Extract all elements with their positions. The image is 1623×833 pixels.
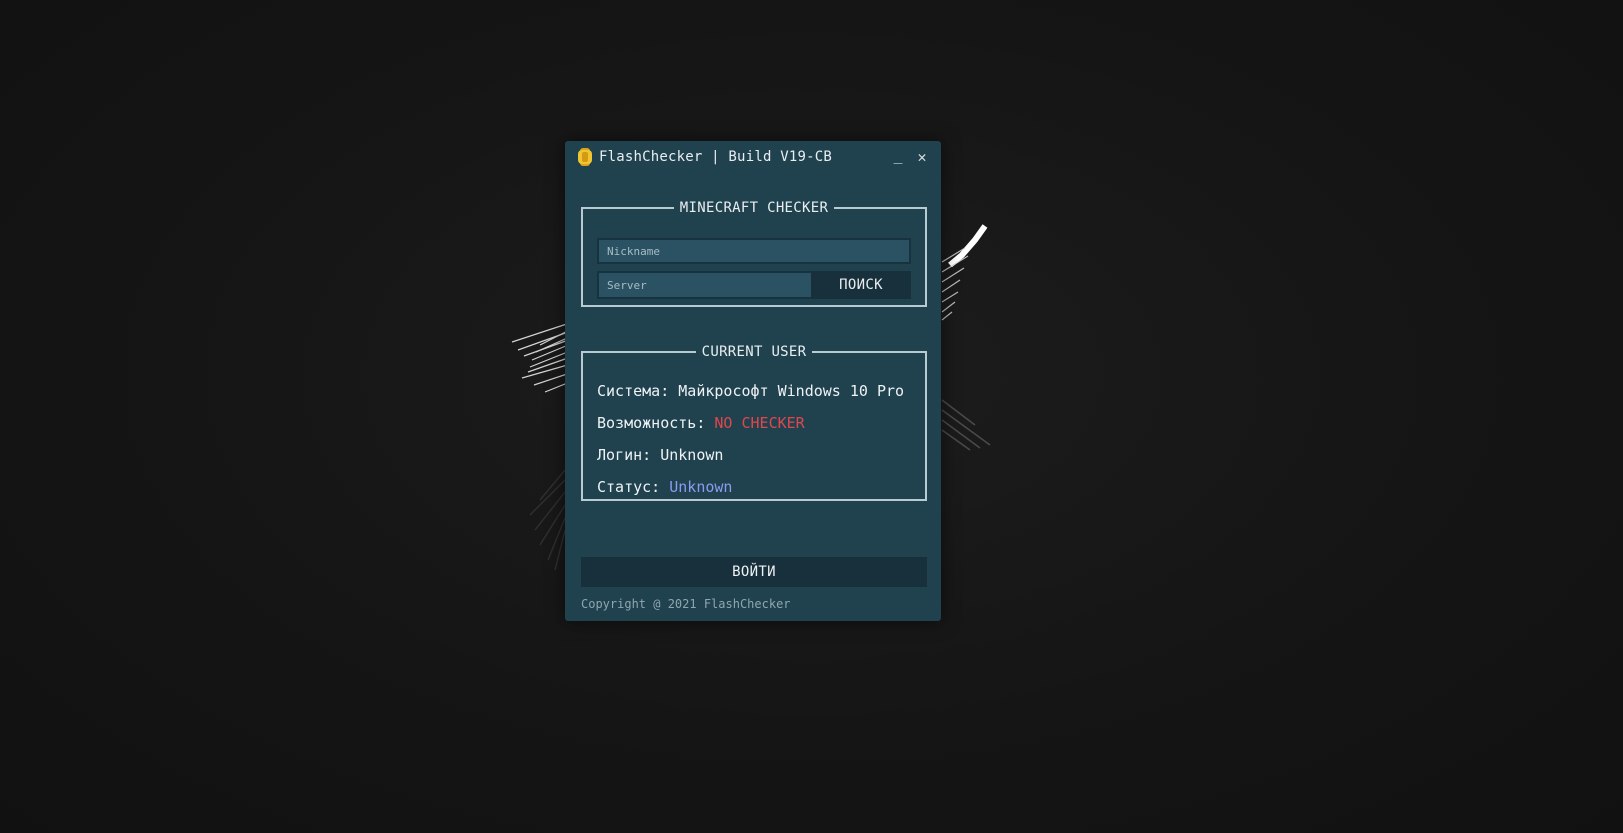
status-label: Статус: — [597, 478, 661, 496]
minimize-button[interactable]: _ — [888, 145, 908, 165]
nickname-input[interactable] — [597, 238, 911, 264]
flashchecker-window: FlashChecker | Build V19-CB _ ✕ MINECRAF… — [565, 141, 941, 621]
ability-value: NO CHECKER — [714, 414, 805, 432]
minecraft-checker-panel: MINECRAFT CHECKER ПОИСК — [581, 200, 927, 307]
minecraft-checker-heading: MINECRAFT CHECKER — [679, 200, 829, 216]
copyright-text: Copyright @ 2021 FlashChecker — [581, 597, 791, 611]
coin-icon — [578, 148, 592, 166]
login-button[interactable]: ВОЙТИ — [581, 557, 927, 587]
login-value: Unknown — [660, 446, 724, 464]
current-user-heading: CURRENT USER — [701, 344, 807, 360]
ability-label: Возможность: — [597, 414, 706, 432]
window-title: FlashChecker | Build V19-CB — [599, 149, 832, 165]
status-value: Unknown — [669, 478, 733, 496]
status-info-row: Статус: Unknown — [597, 478, 732, 496]
login-info-row: Логин: Unknown — [597, 446, 723, 464]
login-label: Логин: — [597, 446, 652, 464]
system-value: Майкрософт Windows 10 Pro — [678, 382, 905, 400]
server-input[interactable] — [597, 271, 813, 299]
system-info-row: Система: Майкрософт Windows 10 Pro — [597, 382, 904, 400]
desktop-background: FlashChecker | Build V19-CB _ ✕ MINECRAF… — [0, 0, 1623, 833]
ability-info-row: Возможность: NO CHECKER — [597, 414, 805, 432]
title-bar[interactable]: FlashChecker | Build V19-CB _ ✕ — [565, 141, 941, 175]
close-button[interactable]: ✕ — [912, 147, 932, 167]
search-button[interactable]: ПОИСК — [811, 271, 911, 299]
current-user-panel: CURRENT USER Система: Майкрософт Windows… — [581, 344, 927, 501]
system-label: Система: — [597, 382, 670, 400]
